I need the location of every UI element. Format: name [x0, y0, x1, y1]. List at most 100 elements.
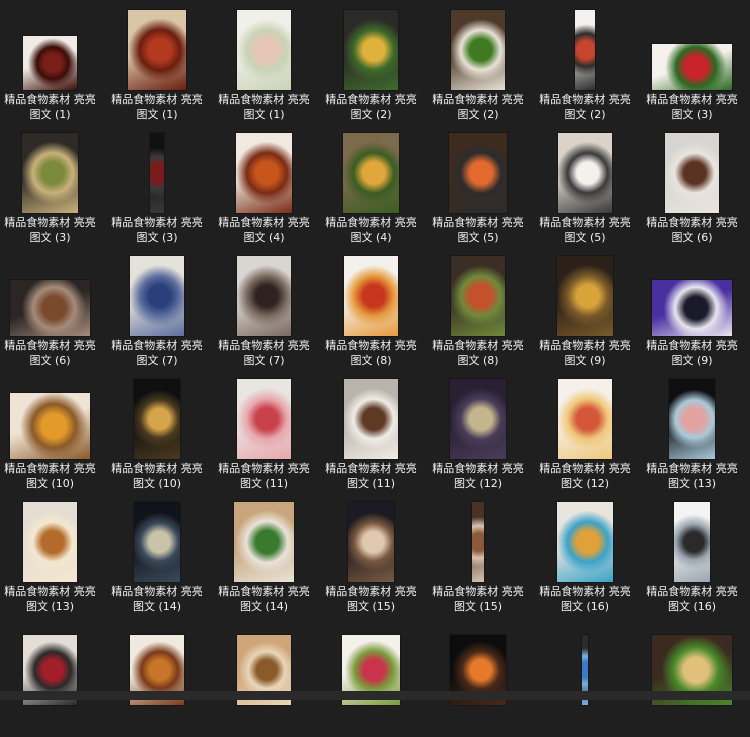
image-thumbnail [558, 379, 612, 459]
file-name-label: 精品食物素材 亮亮图文 (2) [539, 93, 631, 121]
thumbnail-frame [107, 496, 207, 582]
thumbnail-frame [214, 496, 314, 582]
file-item[interactable]: 精品食物素材 亮亮图文 (9) [535, 250, 635, 368]
image-thumbnail [236, 133, 292, 213]
file-item[interactable] [107, 619, 207, 737]
file-name-label: 精品食物素材 亮亮图文 (14) [218, 585, 310, 613]
file-item[interactable]: 精品食物素材 亮亮图文 (8) [428, 250, 528, 368]
file-item[interactable]: 精品食物素材 亮亮图文 (7) [214, 250, 314, 368]
thumbnail-frame [428, 4, 528, 90]
file-item[interactable]: 精品食物素材 亮亮图文 (2) [535, 4, 635, 122]
file-item[interactable] [0, 619, 100, 737]
file-item[interactable]: 精品食物素材 亮亮图文 (3) [0, 127, 100, 245]
file-name-label: 精品食物素材 亮亮图文 (11) [218, 462, 310, 490]
file-item[interactable]: 精品食物素材 亮亮图文 (2) [428, 4, 528, 122]
thumbnail-frame [535, 250, 635, 336]
thumbnail-frame [107, 127, 207, 213]
thumbnail-frame [535, 4, 635, 90]
file-name-label: 精品食物素材 亮亮图文 (4) [218, 216, 310, 244]
image-thumbnail [237, 10, 291, 90]
thumbnail-frame [428, 496, 528, 582]
file-name-label: 精品食物素材 亮亮图文 (8) [432, 339, 524, 367]
file-item[interactable]: 精品食物素材 亮亮图文 (6) [642, 127, 742, 245]
file-name-label: 精品食物素材 亮亮图文 (13) [4, 585, 96, 613]
file-item[interactable]: 精品食物素材 亮亮图文 (2) [321, 4, 421, 122]
file-item[interactable]: 精品食物素材 亮亮图文 (15) [428, 496, 528, 614]
file-item[interactable] [642, 619, 742, 737]
thumbnail-frame [535, 496, 635, 582]
image-thumbnail [557, 502, 613, 582]
file-item[interactable]: 精品食物素材 亮亮图文 (1) [214, 4, 314, 122]
file-item[interactable]: 精品食物素材 亮亮图文 (10) [0, 373, 100, 491]
image-thumbnail [10, 393, 90, 459]
file-item[interactable]: 精品食物素材 亮亮图文 (11) [321, 373, 421, 491]
file-item[interactable]: 精品食物素材 亮亮图文 (5) [428, 127, 528, 245]
file-item[interactable]: 精品食物素材 亮亮图文 (15) [321, 496, 421, 614]
file-item[interactable]: 精品食物素材 亮亮图文 (14) [214, 496, 314, 614]
file-name-label: 精品食物素材 亮亮图文 (1) [111, 93, 203, 121]
file-item[interactable]: 精品食物素材 亮亮图文 (16) [535, 496, 635, 614]
file-item[interactable]: 精品食物素材 亮亮图文 (13) [642, 373, 742, 491]
file-item[interactable]: 精品食物素材 亮亮图文 (1) [107, 4, 207, 122]
file-item[interactable]: 精品食物素材 亮亮图文 (11) [214, 373, 314, 491]
file-item[interactable]: 精品食物素材 亮亮图文 (1) [0, 4, 100, 122]
file-item[interactable] [428, 619, 528, 737]
file-item[interactable]: 精品食物素材 亮亮图文 (3) [642, 4, 742, 122]
thumbnail-frame [428, 373, 528, 459]
thumbnail-frame [321, 127, 421, 213]
image-thumbnail [23, 36, 77, 90]
thumbnail-frame [107, 373, 207, 459]
thumbnail-frame [428, 127, 528, 213]
file-name-label: 精品食物素材 亮亮图文 (6) [4, 339, 96, 367]
file-name-label: 精品食物素材 亮亮图文 (6) [646, 216, 738, 244]
file-item[interactable]: 精品食物素材 亮亮图文 (13) [0, 496, 100, 614]
thumbnail-frame [0, 250, 100, 336]
file-item[interactable] [321, 619, 421, 737]
file-name-label: 精品食物素材 亮亮图文 (12) [539, 462, 631, 490]
file-item[interactable]: 精品食物素材 亮亮图文 (12) [535, 373, 635, 491]
image-thumbnail [652, 44, 732, 90]
file-item[interactable]: 精品食物素材 亮亮图文 (12) [428, 373, 528, 491]
file-item[interactable]: 精品食物素材 亮亮图文 (9) [642, 250, 742, 368]
image-thumbnail [150, 133, 164, 213]
file-item[interactable]: 精品食物素材 亮亮图文 (4) [321, 127, 421, 245]
file-item[interactable]: 精品食物素材 亮亮图文 (7) [107, 250, 207, 368]
file-item[interactable]: 精品食物素材 亮亮图文 (5) [535, 127, 635, 245]
file-item[interactable]: 精品食物素材 亮亮图文 (16) [642, 496, 742, 614]
thumbnail-frame [214, 127, 314, 213]
file-item[interactable]: 精品食物素材 亮亮图文 (3) [107, 127, 207, 245]
thumbnail-frame [321, 250, 421, 336]
file-name-label: 精品食物素材 亮亮图文 (2) [325, 93, 417, 121]
file-item[interactable]: 精品食物素材 亮亮图文 (6) [0, 250, 100, 368]
file-item[interactable]: 精品食物素材 亮亮图文 (10) [107, 373, 207, 491]
thumbnail-frame [321, 496, 421, 582]
image-thumbnail [348, 502, 394, 582]
thumbnail-frame [107, 250, 207, 336]
file-item[interactable] [214, 619, 314, 737]
file-name-label: 精品食物素材 亮亮图文 (10) [4, 462, 96, 490]
image-thumbnail [10, 280, 90, 336]
image-thumbnail [674, 502, 710, 582]
file-name-label: 精品食物素材 亮亮图文 (10) [111, 462, 203, 490]
file-item[interactable]: 精品食物素材 亮亮图文 (4) [214, 127, 314, 245]
file-item[interactable]: 精品食物素材 亮亮图文 (8) [321, 250, 421, 368]
file-name-label: 精品食物素材 亮亮图文 (1) [218, 93, 310, 121]
file-name-label: 精品食物素材 亮亮图文 (14) [111, 585, 203, 613]
file-name-label: 精品食物素材 亮亮图文 (11) [325, 462, 417, 490]
file-item[interactable]: 精品食物素材 亮亮图文 (14) [107, 496, 207, 614]
file-name-label: 精品食物素材 亮亮图文 (5) [539, 216, 631, 244]
image-thumbnail [344, 379, 398, 459]
thumbnail-frame [642, 496, 742, 582]
file-name-label: 精品食物素材 亮亮图文 (13) [646, 462, 738, 490]
thumbnail-frame [0, 127, 100, 213]
image-thumbnail [451, 10, 505, 90]
thumbnail-frame [214, 4, 314, 90]
image-thumbnail [575, 10, 595, 90]
image-thumbnail [134, 379, 180, 459]
thumbnail-frame [0, 373, 100, 459]
thumbnail-frame [642, 127, 742, 213]
file-item[interactable] [535, 619, 635, 737]
thumbnail-frame [642, 250, 742, 336]
file-name-label: 精品食物素材 亮亮图文 (1) [4, 93, 96, 121]
file-name-label: 精品食物素材 亮亮图文 (8) [325, 339, 417, 367]
